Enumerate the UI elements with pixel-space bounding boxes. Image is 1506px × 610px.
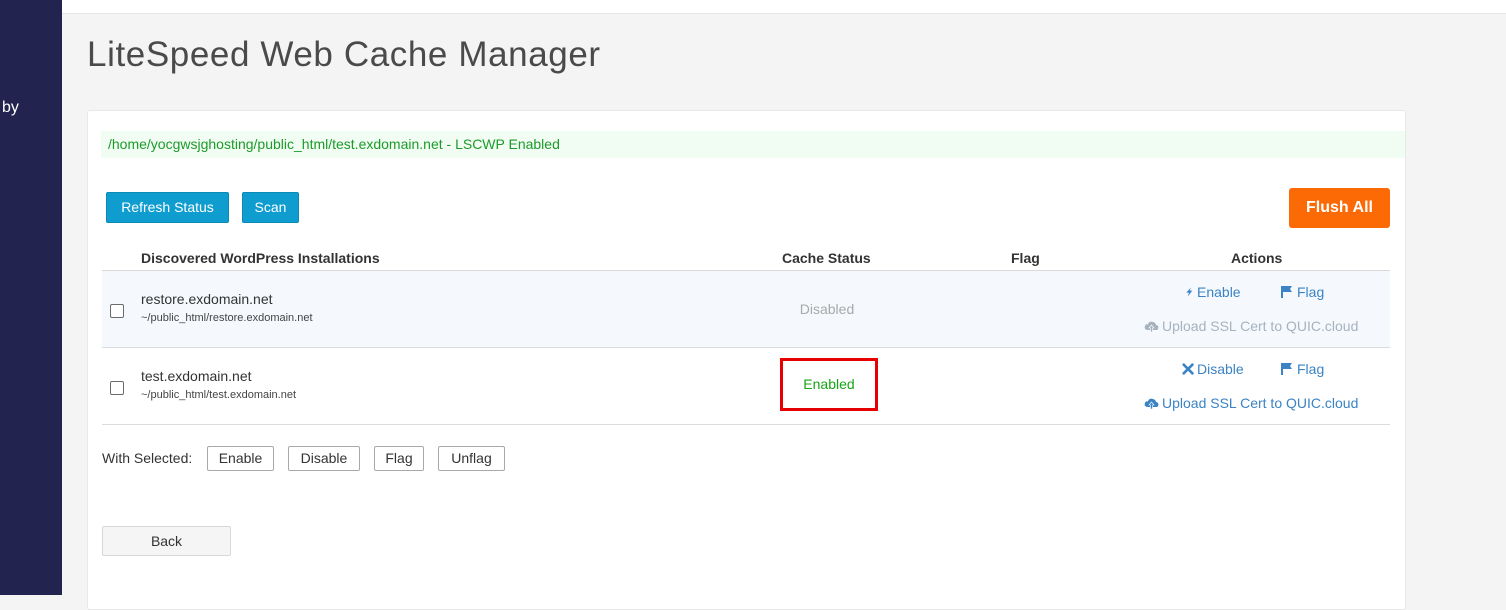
flag-label: Flag [1297,284,1325,300]
upload-ssl-label: Upload SSL Cert to QUIC.cloud [1162,395,1359,411]
left-sidebar: by [0,0,62,595]
row-checkbox[interactable] [110,381,124,395]
flag-link[interactable]: Flag [1280,284,1324,300]
column-header-installations: Discovered WordPress Installations [141,250,380,266]
refresh-status-button[interactable]: Refresh Status [106,192,229,223]
flag-icon [1281,363,1292,375]
enable-cache-link[interactable]: Enable [1185,284,1241,300]
cache-status-badge: Disabled [799,301,855,317]
disable-cache-label: Disable [1197,361,1244,377]
table-row: test.exdomain.net ~/public_html/test.exd… [102,348,1390,425]
upload-ssl-link[interactable]: Upload SSL Cert to QUIC.cloud [1143,395,1358,411]
cloud-upload-icon [1144,321,1159,333]
top-header-strip [62,0,1506,14]
bulk-unflag-button[interactable]: Unflag [438,446,505,471]
table-row: restore.exdomain.net ~/public_html/resto… [102,271,1390,348]
column-header-actions: Actions [1231,250,1283,266]
cache-status-badge: Enabled [780,358,878,411]
upload-ssl-link[interactable]: Upload SSL Cert to QUIC.cloud [1143,318,1358,334]
flag-label: Flag [1297,361,1325,377]
back-button[interactable]: Back [102,526,231,556]
bulk-enable-button[interactable]: Enable [207,446,274,471]
site-name: restore.exdomain.net [141,291,273,307]
flag-link[interactable]: Flag [1280,361,1324,377]
upload-ssl-label: Upload SSL Cert to QUIC.cloud [1162,318,1359,334]
page-title: LiteSpeed Web Cache Manager [87,35,601,74]
enable-cache-label: Enable [1197,284,1241,300]
lightning-icon [1186,287,1193,297]
cloud-upload-icon [1144,398,1159,410]
with-selected-label: With Selected: [102,450,193,466]
lscwp-path-banner: /home/yocgwsjghosting/public_html/test.e… [101,131,1405,158]
flag-icon [1281,286,1292,298]
column-header-flag: Flag [1011,250,1040,266]
scan-button[interactable]: Scan [242,192,299,223]
sidebar-partial-text: by [2,99,19,116]
site-name: test.exdomain.net [141,368,252,384]
bulk-disable-button[interactable]: Disable [288,446,360,471]
close-icon [1182,363,1194,375]
site-path: ~/public_html/restore.exdomain.net [141,312,313,324]
disable-cache-link[interactable]: Disable [1182,361,1244,377]
column-header-cache-status: Cache Status [782,250,871,266]
site-path: ~/public_html/test.exdomain.net [141,389,297,401]
flush-all-button[interactable]: Flush All [1289,188,1390,228]
bulk-flag-button[interactable]: Flag [374,446,424,471]
row-checkbox[interactable] [110,304,124,318]
